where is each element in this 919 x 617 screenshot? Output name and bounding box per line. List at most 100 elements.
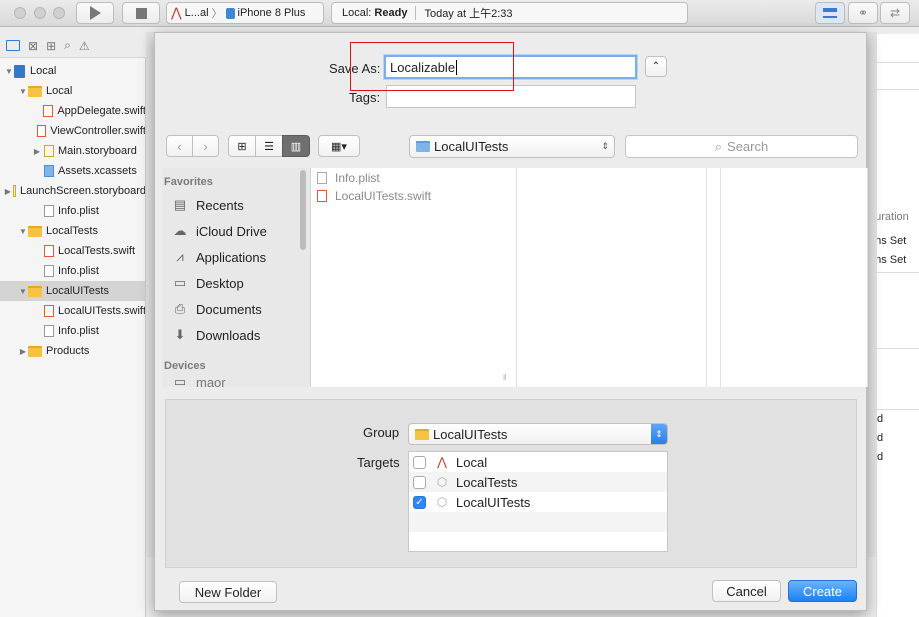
- navigator-row[interactable]: ViewController.swift: [0, 121, 146, 141]
- navigator-row[interactable]: ▼ Local: [0, 61, 145, 81]
- navigator-row[interactable]: Info.plist: [0, 201, 145, 221]
- chevron-up-icon: ⌃: [651, 61, 661, 72]
- search-icon[interactable]: ⌕: [64, 38, 71, 53]
- disclosure-open-icon[interactable]: ▼: [4, 67, 14, 76]
- list-item: [409, 512, 667, 532]
- text-cursor: [456, 60, 458, 75]
- column-view-button[interactable]: ▥: [282, 135, 310, 157]
- group-popup[interactable]: LocalUITests ⇕: [408, 423, 668, 445]
- target-row-local[interactable]: ⋀ Local: [409, 452, 667, 472]
- editor-text: d: [877, 432, 884, 444]
- navigator-row[interactable]: ▶ LaunchScreen.storyboard: [0, 181, 146, 201]
- folder-icon: [28, 225, 42, 237]
- sidebar-item-documents[interactable]: ⎙ Documents: [172, 299, 262, 319]
- disclosure-closed-icon[interactable]: ▶: [32, 147, 42, 156]
- sidebar-item-device[interactable]: ▭ maor: [172, 375, 226, 387]
- divider: [877, 62, 919, 63]
- plist-file-icon: [44, 325, 54, 337]
- columns-icon: ▥: [290, 140, 302, 153]
- search-field[interactable]: ⌕ Search: [625, 135, 858, 158]
- scheme-selector[interactable]: ⋀ L...al 〉 iPhone 8 Plus: [166, 2, 324, 24]
- disclosure-open-icon[interactable]: ▼: [18, 287, 28, 296]
- test-bundle-icon: ⬡: [436, 495, 448, 509]
- source-control-icon[interactable]: ⊠: [28, 39, 38, 53]
- target-row-localuitests[interactable]: ✓ ⬡ LocalUITests: [409, 492, 667, 512]
- tags-field[interactable]: [386, 85, 636, 108]
- file-item[interactable]: LocalUITests.swift: [317, 187, 431, 205]
- scrollbar[interactable]: [300, 170, 306, 250]
- file-item[interactable]: Info.plist: [317, 169, 380, 187]
- sidebar-item-label: Applications: [196, 249, 267, 265]
- navigator-row[interactable]: ▼ LocalTests: [0, 221, 145, 241]
- hierarchy-icon[interactable]: ⊞: [46, 39, 56, 53]
- navigator-row[interactable]: ▼ Local: [0, 81, 145, 101]
- folder-icon[interactable]: [6, 40, 20, 51]
- column-resize-handle[interactable]: ‖: [503, 373, 506, 382]
- navigator-row[interactable]: Info.plist: [0, 261, 145, 281]
- warning-icon[interactable]: ⚠: [79, 39, 90, 53]
- forward-button[interactable]: ›: [192, 135, 219, 157]
- swift-file-icon: [44, 245, 54, 257]
- navigator-row[interactable]: LocalTests.swift: [0, 241, 145, 261]
- navigator-row[interactable]: Assets.xcassets: [0, 161, 145, 181]
- navigator-row[interactable]: Info.plist: [0, 321, 145, 341]
- navigator-row[interactable]: ▼ LocalUITests: [0, 281, 145, 301]
- assistant-editor-button[interactable]: ⚭: [848, 2, 878, 24]
- sidebar-item-downloads[interactable]: ⬇ Downloads: [172, 325, 261, 345]
- run-button[interactable]: [76, 2, 114, 24]
- target-checkbox[interactable]: [413, 475, 426, 489]
- navigator-row-label: LocalTests: [46, 225, 98, 237]
- location-popup[interactable]: LocalUITests ⇕: [409, 135, 615, 158]
- targets-list: ⋀ Local ⬡ LocalTests ✓ ⬡ LocalUITests: [408, 451, 668, 552]
- editor-area: guration ons Set ons Set d d d: [876, 34, 919, 617]
- navigator-row-label: ViewController.swift: [50, 125, 146, 137]
- sidebar-item-desktop[interactable]: ▭ Desktop: [172, 273, 244, 293]
- disclosure-closed-icon[interactable]: ▶: [18, 347, 28, 356]
- target-checkbox[interactable]: ✓: [413, 495, 426, 509]
- version-editor-button[interactable]: ⇄: [880, 2, 910, 24]
- close-window-button[interactable]: [14, 7, 26, 19]
- disclosure-open-icon[interactable]: ▼: [18, 87, 28, 96]
- target-row-localtests[interactable]: ⬡ LocalTests: [409, 472, 667, 492]
- navigator-row[interactable]: AppDelegate.swift: [0, 101, 145, 121]
- sidebar-item-recents[interactable]: ▤ Recents: [172, 195, 244, 215]
- disclosure-open-icon[interactable]: ▼: [18, 227, 28, 236]
- navigator-row[interactable]: LocalUITests.swift: [0, 301, 145, 321]
- navigator-row[interactable]: ▶ Main.storyboard: [0, 141, 145, 161]
- sidebar-item-label: Documents: [196, 301, 262, 317]
- assistant-editor-icon: ⚭: [857, 6, 869, 20]
- search-icon: ⌕: [714, 138, 723, 154]
- list-view-button[interactable]: ☰: [255, 135, 283, 157]
- icon-view-button[interactable]: ⊞: [228, 135, 256, 157]
- save-as-field[interactable]: Localizable: [384, 55, 637, 79]
- device-icon: [225, 7, 235, 19]
- navigator-row[interactable]: ▶ Products: [0, 341, 145, 361]
- stop-button[interactable]: [122, 2, 160, 24]
- zoom-window-button[interactable]: [53, 7, 65, 19]
- standard-editor-button[interactable]: [815, 2, 845, 24]
- checkmark-icon: ✓: [415, 496, 424, 508]
- navigator-row-label: Local: [46, 85, 73, 97]
- back-button[interactable]: ‹: [166, 135, 193, 157]
- desktop-icon: ▭: [173, 275, 187, 290]
- target-checkbox[interactable]: [413, 455, 426, 469]
- navigator-row-label: LaunchScreen.storyboard: [20, 185, 146, 197]
- asset-catalog-icon: [44, 165, 54, 177]
- browser-column: [517, 168, 707, 387]
- divider: [877, 409, 919, 410]
- disclosure-closed-icon[interactable]: ▶: [5, 187, 11, 196]
- sidebar-item-applications[interactable]: ⩘ Applications: [172, 247, 266, 267]
- editor-text: guration: [877, 211, 909, 223]
- test-bundle-icon: ⬡: [436, 475, 448, 489]
- divider: [877, 89, 919, 90]
- activity-time: Today at 上午2:33: [424, 8, 513, 20]
- collapse-browser-button[interactable]: ⌃: [645, 56, 667, 77]
- folder-icon: [28, 345, 42, 357]
- sidebar-item-icloud-drive[interactable]: ☁ iCloud Drive: [172, 221, 267, 241]
- create-button[interactable]: Create: [788, 580, 857, 602]
- swift-file-icon: [317, 190, 327, 202]
- cancel-button[interactable]: Cancel: [712, 580, 781, 602]
- arrange-button[interactable]: ▦▾: [318, 135, 360, 157]
- minimize-window-button[interactable]: [34, 7, 46, 19]
- new-folder-button[interactable]: New Folder: [179, 581, 277, 603]
